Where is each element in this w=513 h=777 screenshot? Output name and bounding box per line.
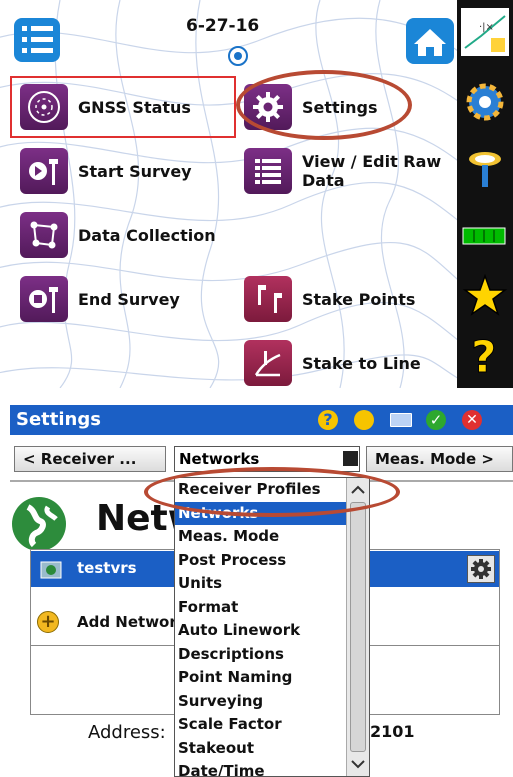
star-icon[interactable]: [354, 410, 374, 430]
battery-icon: [461, 212, 509, 260]
plus-icon: +: [37, 611, 59, 633]
help-icon[interactable]: ?: [461, 330, 509, 384]
chevron-down-icon: [343, 451, 358, 466]
raw-data-list-icon: [244, 148, 292, 194]
dropdown-option[interactable]: Meas. Mode: [175, 525, 369, 549]
svg-text:·|×: ·|×: [479, 22, 494, 33]
page-select-value: Networks: [179, 450, 260, 468]
dropdown-option[interactable]: Scale Factor: [175, 713, 369, 737]
stake-to-line-icon: [244, 340, 292, 386]
main-menu-screen: 6-27-16 GNSS Status Settings Start Surve…: [0, 0, 513, 388]
network-name: testvrs: [77, 559, 137, 577]
menu-data-collection[interactable]: Data Collection: [20, 212, 216, 258]
add-network-label: Add Network: [77, 613, 187, 631]
ok-check-icon[interactable]: ✓: [426, 410, 446, 430]
close-icon[interactable]: ✕: [462, 410, 482, 430]
menu-label: Stake to Line: [302, 353, 421, 373]
menu-start-survey[interactable]: Start Survey: [20, 148, 192, 194]
highlight-ellipse: [236, 70, 412, 140]
menu-gnss-status[interactable]: GNSS Status: [20, 84, 191, 130]
gear-icon[interactable]: [461, 78, 509, 126]
home-button[interactable]: [406, 18, 454, 64]
menu-label: Stake Points: [302, 289, 416, 309]
settings-screen: Settings ? ✓ ✕ < Receiver ... Meas. Mode…: [0, 405, 513, 777]
svg-text:?: ?: [471, 332, 497, 378]
address-value: 2101: [370, 722, 415, 741]
end-survey-icon: [20, 276, 68, 322]
help-icon[interactable]: ?: [318, 410, 338, 430]
dropdown-option[interactable]: Format: [175, 596, 369, 620]
home-icon: [414, 29, 446, 56]
menu-label: View / Edit Raw Data: [302, 152, 442, 190]
dropdown-option[interactable]: Surveying: [175, 690, 369, 714]
gear-icon: [471, 559, 491, 579]
menu-stake-points[interactable]: Stake Points: [244, 276, 415, 322]
globe-icon: [12, 497, 66, 551]
keyboard-icon[interactable]: [390, 413, 412, 427]
dropdown-option[interactable]: Stakeout: [175, 737, 369, 761]
dropdown-option[interactable]: Descriptions: [175, 643, 369, 667]
menu-label: Data Collection: [78, 225, 216, 245]
stake-points-icon: [244, 276, 292, 322]
data-collection-icon: [20, 212, 68, 258]
gnss-satellite-icon: [20, 84, 68, 130]
menu-label: End Survey: [78, 289, 180, 309]
rover-icon[interactable]: [461, 145, 509, 193]
dropdown-option[interactable]: Post Process: [175, 549, 369, 573]
dropdown-option[interactable]: Auto Linework: [175, 619, 369, 643]
map-icon[interactable]: ·|×: [461, 8, 509, 56]
menu-label: Start Survey: [78, 161, 192, 181]
start-survey-icon: [20, 148, 68, 194]
highlight-ellipse: [144, 467, 400, 517]
right-toolbar: ·|× ?: [457, 0, 513, 388]
page-dropdown-list: Receiver Profiles Networks Meas. Mode Post …: [174, 477, 370, 777]
dropdown-scrollbar[interactable]: [346, 478, 369, 776]
network-receiver-icon: [40, 561, 62, 579]
date-label: 6-27-16: [186, 16, 260, 36]
network-settings-button[interactable]: [467, 555, 495, 583]
scrollbar-thumb[interactable]: [350, 502, 366, 752]
menu-label: GNSS Status: [78, 97, 191, 117]
menu-view-edit-raw-data[interactable]: View / Edit Raw Data: [244, 148, 452, 194]
prev-page-button[interactable]: < Receiver ...: [14, 446, 166, 472]
menu-end-survey[interactable]: End Survey: [20, 276, 180, 322]
star-icon[interactable]: [461, 272, 509, 320]
gps-status-dot: [228, 46, 248, 66]
chevron-down-icon[interactable]: [349, 756, 367, 772]
main-menu-button[interactable]: [14, 18, 60, 62]
title-bar: Settings ? ✓ ✕: [10, 405, 513, 435]
dropdown-option[interactable]: Units: [175, 572, 369, 596]
address-label: Address:: [88, 722, 166, 743]
menu-stake-to-line[interactable]: Stake to Line: [244, 340, 421, 386]
dropdown-option[interactable]: Point Naming: [175, 666, 369, 690]
window-title: Settings: [16, 409, 101, 430]
dropdown-option[interactable]: Date/Time: [175, 760, 369, 776]
next-page-button[interactable]: Meas. Mode >: [366, 446, 513, 472]
